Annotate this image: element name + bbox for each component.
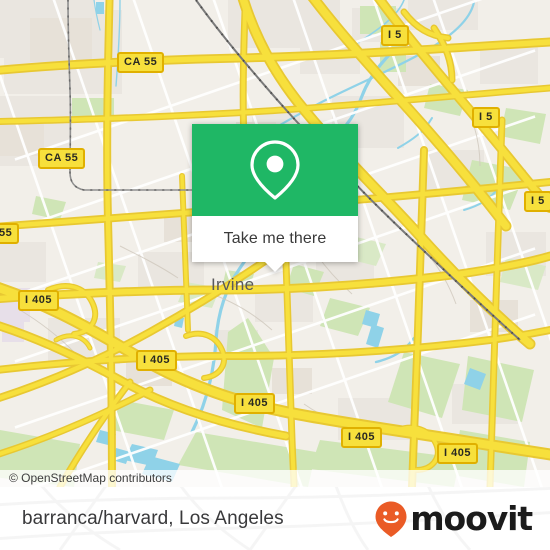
highway-shield-i405-center: I 405 — [234, 393, 275, 414]
highway-shield-55-edge: 55 — [0, 223, 20, 244]
highway-shield-ca55-north: CA 55 — [117, 52, 165, 73]
highway-shield-ca55-west: CA 55 — [38, 148, 86, 169]
bottom-info-bar: barranca/harvard, Los Angeles moovit — [0, 487, 550, 550]
place-popup-card[interactable]: Take me there — [192, 124, 358, 272]
popup-action-bar[interactable]: Take me there — [192, 216, 358, 272]
moovit-wordmark: moovit — [410, 499, 533, 538]
map-canvas[interactable]: CA 55 I 5 I 5 CA 55 I 5 55 I 405 I 405 I… — [0, 0, 550, 487]
highway-shield-i405-midwest: I 405 — [136, 350, 177, 371]
popup-pointer-tail — [264, 261, 286, 272]
moovit-smiley-pin-icon — [375, 501, 407, 537]
city-label-irvine: Irvine — [211, 275, 255, 294]
highway-shield-i405-southeast: I 405 — [437, 443, 478, 464]
highway-shield-i5-north: I 5 — [381, 25, 409, 46]
place-name-label: barranca/harvard, Los Angeles — [22, 507, 284, 529]
highway-shield-i5-east: I 5 — [524, 191, 550, 212]
highway-shield-i5-upper: I 5 — [472, 107, 500, 128]
moovit-logo[interactable]: moovit — [374, 499, 533, 538]
bottom-bar-content: barranca/harvard, Los Angeles moovit — [0, 487, 550, 550]
highway-shield-i405-east: I 405 — [341, 427, 382, 448]
map-pin-icon — [250, 140, 300, 200]
popup-image-area — [192, 124, 358, 216]
take-me-there-label: Take me there — [223, 230, 327, 247]
moovit-map-screenshot: CA 55 I 5 I 5 CA 55 I 5 55 I 405 I 405 I… — [0, 0, 550, 550]
highway-shield-i405-west: I 405 — [18, 290, 59, 311]
osm-attribution[interactable]: © OpenStreetMap contributors — [0, 470, 550, 487]
